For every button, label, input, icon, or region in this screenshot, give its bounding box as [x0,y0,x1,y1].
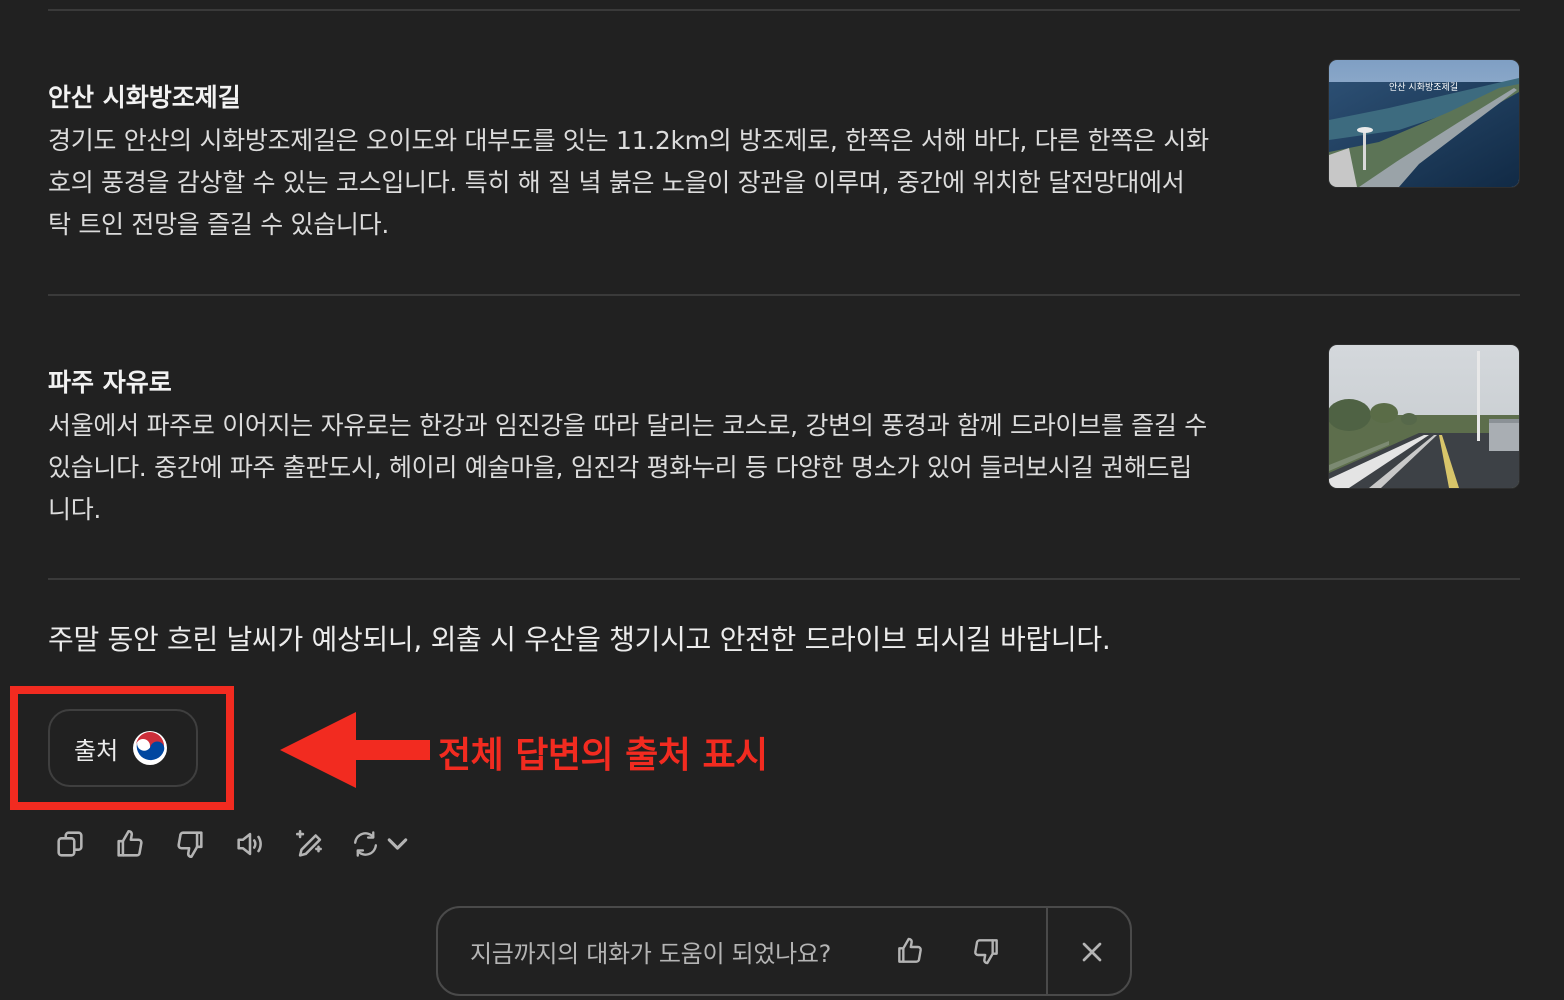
close-icon [1082,942,1102,962]
thumbs-up-icon [898,937,922,963]
feedback-like-button[interactable] [890,931,930,971]
desc-line: 니다. [48,495,102,524]
like-button[interactable] [110,824,150,864]
entry-title: 안산 시화방조제길 [48,83,241,112]
thumbnail-paju[interactable] [1329,345,1519,488]
feedback-close-button[interactable] [1072,932,1112,972]
speaker-icon [237,832,262,856]
entry-ansan: 안산 시화방조제길 경기도 안산의 시화방조제길은 오이도와 대부도를 잇는 1… [48,80,1288,246]
entry-description: 서울에서 파주로 이어지는 자유로는 한강과 임진강을 따라 달리는 코스로, … [48,405,1288,531]
edit-sparkle-icon [295,829,322,857]
edit-button[interactable] [290,824,330,864]
desc-line: 경기도 안산의 시화방조제길은 오이도와 대부도를 잇는 11.2km의 방조제… [48,126,1209,155]
copy-icon [57,831,83,857]
annotation-text: 전체 답변의 출처 표시 [438,735,768,776]
thumbs-down-icon [177,831,203,859]
entry-description: 경기도 안산의 시화방조제길은 오이도와 대부도를 잇는 11.2km의 방조제… [48,120,1288,246]
response-actions [50,824,414,864]
thumbnail-ansan[interactable]: 안산 시화방조제길 [1329,60,1519,187]
entry-paju: 파주 자유로 서울에서 파주로 이어지는 자유로는 한강과 임진강을 따라 달리… [48,365,1288,531]
desc-line: 서울에서 파주로 이어지는 자유로는 한강과 임진강을 따라 달리는 코스로, … [48,411,1207,440]
divider [48,294,1520,296]
source-button[interactable]: 출처 [48,709,198,787]
thumb-caption: 안산 시화방조제길 [1389,82,1458,93]
chat-response-page: 안산 시화방조제길 경기도 안산의 시화방조제길은 오이도와 대부도를 잇는 1… [0,0,1564,1000]
source-button-label: 출처 [74,736,119,765]
chevron-down-icon [387,838,408,850]
desc-line: 탁 트인 전망을 즐길 수 있습니다. [48,210,389,239]
feedback-question: 지금까지의 대화가 도움이 되었나요? [470,939,832,968]
jayuro-road-image [1329,345,1519,488]
regenerate-button[interactable] [350,824,414,864]
divider [48,9,1520,11]
thumbs-up-icon [117,829,143,857]
read-aloud-button[interactable] [230,824,270,864]
annotation-arrow-icon [280,712,430,788]
feedback-dislike-button[interactable] [966,931,1006,971]
regenerate-icon [354,831,378,857]
sihwa-seawall-image: 안산 시화방조제길 [1329,60,1519,187]
copy-button[interactable] [50,824,90,864]
taegeuk-icon [132,730,168,766]
conversation-feedback-bar: 지금까지의 대화가 도움이 되었나요? [436,906,1132,996]
dislike-button[interactable] [170,824,210,864]
closing-message: 주말 동안 흐린 날씨가 예상되니, 외출 시 우산을 챙기시고 안전한 드라이… [48,623,1111,656]
divider [48,578,1520,580]
entry-title: 파주 자유로 [48,368,172,397]
desc-line: 호의 풍경을 감상할 수 있는 코스입니다. 특히 해 질 녘 붉은 노을이 장… [48,168,1185,197]
feedback-separator [1046,906,1048,996]
desc-line: 있습니다. 중간에 파주 출판도시, 헤이리 예술마을, 임진각 평화누리 등 … [48,453,1192,482]
thumbs-down-icon [974,939,998,965]
